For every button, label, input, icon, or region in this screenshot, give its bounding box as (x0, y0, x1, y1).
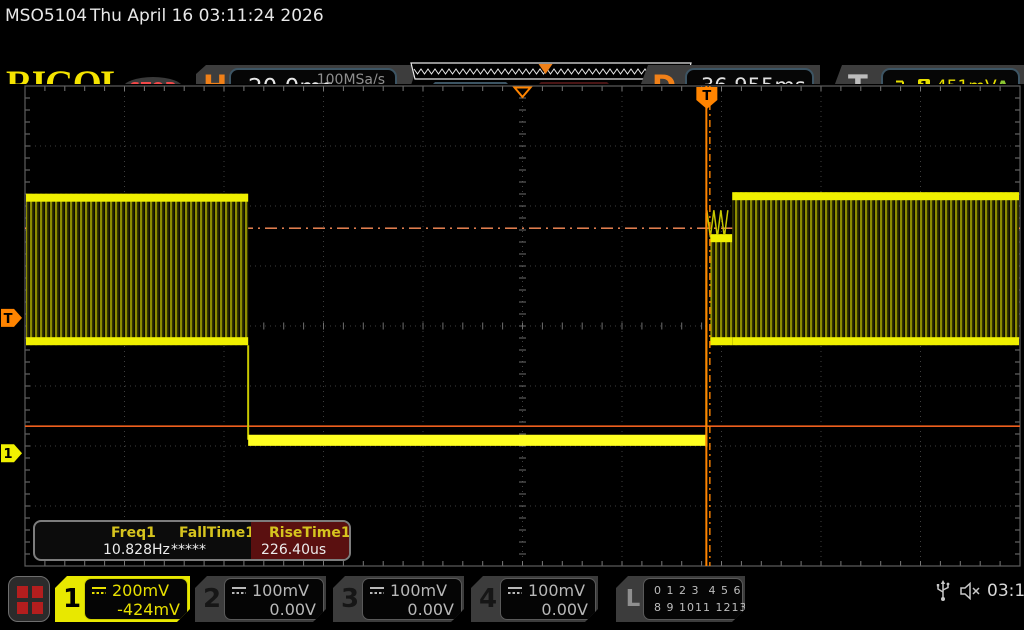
svg-text:T: T (702, 89, 711, 104)
menu-grid-button[interactable] (8, 576, 50, 622)
channel-2-tab[interactable]: 2 100mV 0.00V (195, 576, 326, 622)
ch2-offset: 0.00V (231, 601, 316, 619)
waveform-display[interactable]: T T 1 (0, 84, 1024, 572)
header: RIGOL STOP H 20.0ms 100MSa/s 20Mpts Meas… (0, 30, 1024, 84)
datetime: Thu April 16 03:11:24 2026 (90, 6, 324, 26)
channel-1-tab[interactable]: 1 200mV -424mV (55, 576, 190, 622)
measurement-falltime1[interactable]: FallTime1 ***** (163, 522, 251, 559)
dc-coupling-icon (91, 586, 107, 596)
ch1-scale: 200mV (112, 581, 169, 601)
channel-4-tab[interactable]: 4 100mV 0.00V (471, 576, 598, 622)
digital-channels-row1: 0 1 2 3 4 5 6 7 (654, 582, 738, 599)
grid-icon (17, 586, 43, 613)
measurement-freq1[interactable]: Freq1 10.828Hz (35, 522, 163, 559)
digital-channels-row2: 8 9 1011 12131415 (654, 599, 738, 616)
speaker-muted-icon (960, 582, 982, 600)
ch2-scale: 100mV (252, 581, 309, 601)
measurement-risetime1-selected[interactable]: RiseTime1 226.40us (251, 522, 351, 559)
ch3-scale: 100mV (390, 581, 447, 601)
ch4-scale: 100mV (528, 581, 585, 601)
ch3-offset: 0.00V (369, 601, 454, 619)
clock: 03:10 (987, 581, 1024, 601)
dc-coupling-icon (369, 586, 385, 596)
channel-bar: 1 200mV -424mV 2 100mV 0.00V 3 (0, 572, 1024, 630)
ch1-offset: -424mV (91, 601, 180, 619)
svg-text:T: T (4, 312, 13, 327)
ch4-offset: 0.00V (507, 601, 588, 619)
channel-3-tab[interactable]: 3 100mV 0.00V (333, 576, 464, 622)
logic-analyzer-tab[interactable]: L 0 1 2 3 4 5 6 7 8 9 1011 12131415 (616, 576, 745, 622)
dc-coupling-icon (507, 586, 523, 596)
dc-coupling-icon (231, 586, 247, 596)
oscilloscope-screen: MSO5104 Thu April 16 03:11:24 2026 RIGOL… (0, 0, 1024, 630)
svg-text:1: 1 (3, 447, 12, 462)
usb-icon (936, 580, 950, 602)
measurement-panel: Freq1 10.828Hz FallTime1 ***** RiseTime1… (33, 520, 351, 561)
model-name: MSO5104 (5, 6, 87, 26)
status-bar: MSO5104 Thu April 16 03:11:24 2026 (0, 0, 1024, 30)
